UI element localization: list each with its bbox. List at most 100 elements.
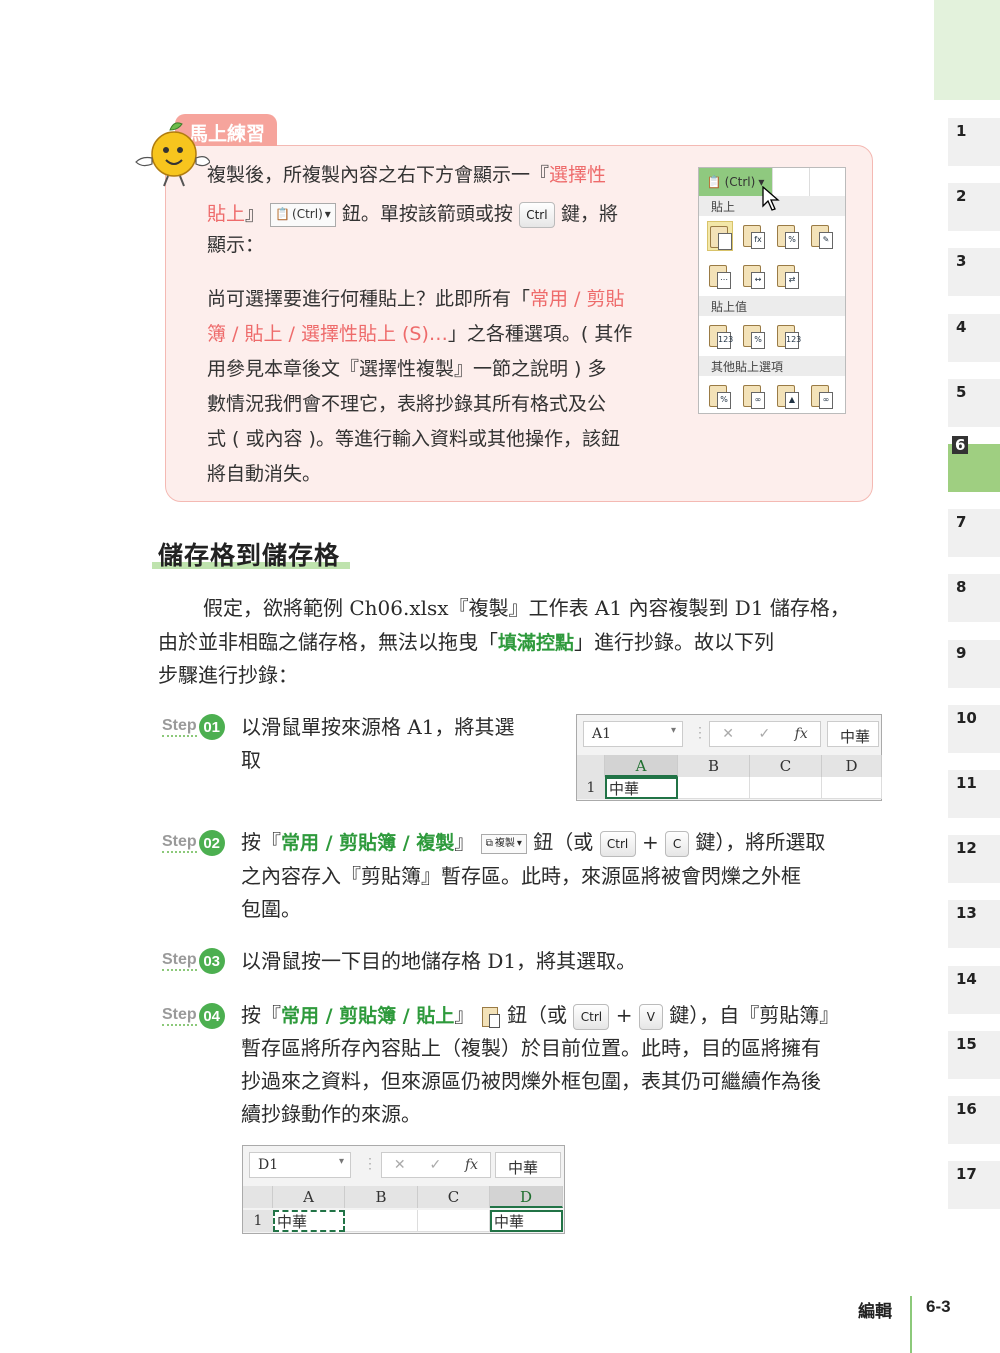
cell-b1[interactable] — [345, 1210, 418, 1232]
step-02-line-3: 包圍。 — [241, 897, 301, 921]
cancel-icon[interactable]: ✕ — [722, 726, 734, 742]
step-01-line-2: 取 — [241, 748, 261, 772]
paste-values-section-label: 貼上值 — [699, 296, 845, 316]
dropdown-arrow-icon: ▾ — [324, 207, 331, 221]
name-box[interactable]: A1 — [583, 721, 683, 747]
chapter-tab-number: 5 — [956, 382, 967, 401]
practice-para2-line-3: 用參見本章後文『選擇性複製』一節之說明 ) 多 — [207, 358, 607, 380]
chapter-tab-13[interactable]: 13 — [934, 892, 1000, 950]
intro-line-1: 假定，欲將範例 Ch06.xlsx『複製』工作表 A1 內容複製到 D1 儲存格… — [203, 596, 850, 620]
step-02-line-1: 按『常用 / 剪貼簿 / 複製』 ⧉ 複製 ▾ 鈕（或 Ctrl + C 鍵），將所… — [241, 825, 825, 860]
chapter-tab-11[interactable]: 11 — [934, 762, 1000, 820]
chapter-tab-number: 11 — [956, 774, 977, 792]
footer-chapter-label: 編輯 — [858, 1302, 892, 1322]
name-box[interactable]: D1 — [249, 1152, 351, 1178]
chapter-tab-9[interactable]: 9 — [934, 632, 1000, 690]
practice-para2-line-1: 尚可選擇要進行何種貼上？此即所有「常用 / 剪貼 — [207, 288, 625, 310]
chapter-tab-17[interactable]: 17 — [934, 1153, 1000, 1211]
page-number: 6-3 — [926, 1297, 951, 1316]
cell-c1[interactable] — [750, 777, 822, 799]
paste-linked-picture-icon[interactable]: ∞ — [809, 381, 835, 411]
chapter-tab-15[interactable]: 15 — [934, 1023, 1000, 1081]
paste-values-number-format-icon[interactable]: % — [741, 321, 767, 351]
cancel-icon[interactable]: ✕ — [394, 1157, 406, 1173]
chapter-tab-number: 17 — [956, 1165, 977, 1184]
paste-formulas-number-format-icon[interactable]: % — [775, 221, 801, 251]
chapter-tab-number: 6 — [952, 436, 969, 454]
column-header-b[interactable]: B — [345, 1186, 418, 1208]
paste-keep-source-format-icon[interactable]: ✎ — [809, 221, 835, 251]
chapter-tab-4[interactable]: 4 — [934, 306, 1000, 364]
paste-transpose-icon[interactable]: ⇄ — [775, 261, 801, 291]
chapter-tab-6[interactable]: 6 — [934, 436, 1000, 494]
practice-line-3: 顯示： — [207, 234, 265, 256]
step-04-line-1: 按『常用 / 剪貼簿 / 貼上』 鈕（或 Ctrl + V 鍵），自『剪貼簿』 — [241, 998, 839, 1033]
paste-options-button[interactable]: 📋 (Ctrl) ▾ — [270, 202, 336, 227]
chapter-tab-3[interactable]: 3 — [934, 240, 1000, 298]
column-header-b[interactable]: B — [678, 755, 750, 777]
ctrl-key: Ctrl — [599, 830, 636, 857]
paste-values-icon[interactable]: 123 — [707, 321, 733, 351]
row-header-1[interactable]: 1 — [243, 1210, 273, 1232]
column-header-c[interactable]: C — [418, 1186, 490, 1208]
c-key: C — [665, 830, 690, 857]
column-header-a[interactable]: A — [605, 755, 678, 777]
excel-snippet-d1: D1 ⋮ ✕ ✓ fx 中華 A B C D 1 中華 中華 — [242, 1145, 565, 1234]
cell-a1[interactable]: 中華 — [273, 1210, 345, 1232]
chapter-tab-2[interactable]: 2 — [934, 175, 1000, 233]
chapter-tab-number: 9 — [956, 643, 967, 662]
enter-icon[interactable]: ✓ — [429, 1157, 441, 1173]
step-01-label: Step 01 — [162, 714, 225, 740]
ctrl-key: Ctrl — [518, 201, 555, 228]
clipboard-icon: 📋 — [275, 207, 291, 221]
cell-d1[interactable]: 中華 — [490, 1210, 563, 1232]
step-03-line-1: 以滑鼠按一下目的地儲存格 D1，將其選取。 — [241, 949, 637, 973]
paste-icon[interactable] — [707, 221, 733, 251]
column-header-c[interactable]: C — [750, 755, 822, 777]
fx-icon[interactable]: fx — [795, 726, 808, 742]
paste-clipboard-icon[interactable] — [481, 1005, 501, 1029]
cell-a1[interactable]: 中華 — [605, 777, 678, 799]
chapter-tab-number: 10 — [956, 708, 977, 727]
formula-bar[interactable]: 中華 — [827, 721, 879, 747]
chapter-tab-14[interactable]: 14 — [934, 958, 1000, 1016]
orange-mascot-icon — [135, 122, 210, 187]
column-header-a[interactable]: A — [273, 1186, 345, 1208]
more-icon: ⋮ — [363, 1156, 377, 1172]
paste-keep-column-width-icon[interactable]: ↔ — [741, 261, 767, 291]
practice-para2-line-5: 式 ( 或內容 )。等進行輸入資料或其他操作，該鈕 — [207, 428, 620, 450]
copy-icon: ⧉ — [485, 837, 493, 849]
chapter-tab-number: 3 — [956, 252, 967, 271]
paste-values-source-format-icon[interactable]: 123 — [775, 321, 801, 351]
chapter-tab-number: 7 — [956, 513, 967, 532]
row-header-1[interactable]: 1 — [577, 777, 605, 799]
select-all-corner[interactable] — [243, 1186, 273, 1208]
chapter-tab-12[interactable]: 12 — [934, 827, 1000, 885]
chapter-tab-7[interactable]: 7 — [934, 501, 1000, 559]
chapter-tab-1[interactable]: 1 — [934, 110, 1000, 168]
chapter-tab-number: 4 — [956, 317, 967, 336]
formula-bar[interactable]: 中華 — [495, 1152, 561, 1178]
chapter-tab-8[interactable]: 8 — [934, 566, 1000, 624]
column-header-d[interactable]: D — [490, 1186, 563, 1208]
cell-c1[interactable] — [418, 1210, 490, 1232]
paste-no-borders-icon[interactable]: ⋯ — [707, 261, 733, 291]
paste-formatting-icon[interactable]: % — [707, 381, 733, 411]
paste-picture-icon[interactable]: ▲ — [775, 381, 801, 411]
formula-buttons: ✕ ✓ fx — [381, 1152, 491, 1178]
enter-icon[interactable]: ✓ — [758, 726, 770, 742]
cell-b1[interactable] — [678, 777, 750, 799]
paste-link-icon[interactable]: ∞ — [741, 381, 767, 411]
chapter-tab-10[interactable]: 10 — [934, 697, 1000, 755]
step-03-label: Step 03 — [162, 948, 225, 974]
chapter-tab-number: 14 — [956, 969, 977, 988]
select-all-corner[interactable] — [577, 755, 605, 777]
chapter-tab-number: 15 — [956, 1034, 977, 1053]
paste-formulas-icon[interactable]: fx — [741, 221, 767, 251]
chapter-tab-5[interactable]: 5 — [934, 371, 1000, 429]
chapter-tab-16[interactable]: 16 — [934, 1088, 1000, 1146]
cell-d1[interactable] — [822, 777, 882, 799]
copy-button[interactable]: ⧉ 複製 ▾ — [480, 833, 527, 854]
fx-icon[interactable]: fx — [465, 1157, 478, 1173]
column-header-d[interactable]: D — [822, 755, 882, 777]
